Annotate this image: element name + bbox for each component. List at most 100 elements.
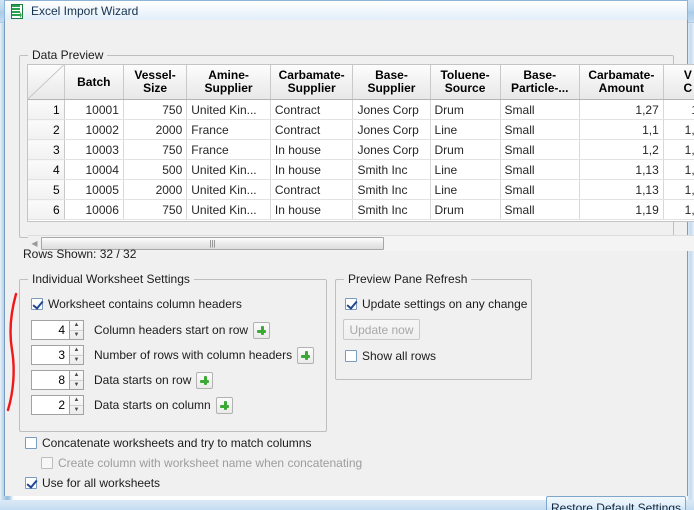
- show-all-rows-checkbox-row[interactable]: Show all rows: [345, 349, 436, 363]
- spinner-buttons-1[interactable]: ▲▼: [69, 345, 84, 365]
- update-now-button[interactable]: Update now: [343, 319, 420, 340]
- spinner-input-0[interactable]: [31, 320, 69, 340]
- spinner-down-arrow-icon[interactable]: ▼: [70, 406, 83, 415]
- table-row[interactable]: 5100052000United Kin...ContractSmith Inc…: [28, 180, 694, 200]
- add-plus-icon-0[interactable]: [253, 322, 270, 339]
- spinner-down-arrow-icon[interactable]: ▼: [70, 331, 83, 340]
- table-cell: France: [187, 120, 271, 140]
- table-cell: 750: [123, 140, 186, 160]
- spinner-down-arrow-icon[interactable]: ▼: [70, 381, 83, 390]
- spinner-row-1: ▲▼ Number of rows with column headers: [31, 345, 314, 365]
- spinner-buttons-0[interactable]: ▲▼: [69, 320, 84, 340]
- table-row[interactable]: 610006750United Kin...In houseSmith IncD…: [28, 200, 694, 220]
- show-all-rows-checkbox[interactable]: [345, 350, 357, 362]
- column-header-3[interactable]: Carbamate-Supplier: [270, 65, 353, 100]
- table-cell: In house: [270, 160, 353, 180]
- create-column-worksheet-name-checkbox-row: Create column with worksheet name when c…: [41, 456, 362, 470]
- spinner-up-arrow-icon[interactable]: ▲: [70, 321, 83, 331]
- table-row[interactable]: 110001750United Kin...ContractJones Corp…: [28, 100, 694, 120]
- row-number-cell: 5: [28, 180, 64, 200]
- table-cell: Contract: [270, 120, 353, 140]
- row-number-cell: 1: [28, 100, 64, 120]
- spinner-down-arrow-icon[interactable]: ▼: [70, 356, 83, 365]
- column-header-line: Amount: [584, 82, 659, 95]
- spinner-input-3[interactable]: [31, 395, 69, 415]
- add-plus-icon-1[interactable]: [297, 347, 314, 364]
- table-cell: Smith Inc: [353, 160, 430, 180]
- add-plus-icon-3[interactable]: [216, 397, 233, 414]
- use-for-all-worksheets-label: Use for all worksheets: [42, 476, 160, 490]
- column-header-6[interactable]: Base-Particle-...: [500, 65, 579, 100]
- column-header-4[interactable]: Base-Supplier: [353, 65, 430, 100]
- table-cell: 1,1: [579, 120, 663, 140]
- table-row[interactable]: 2100022000FranceContractJones CorpLineSm…: [28, 120, 694, 140]
- table-cell: In house: [270, 200, 353, 220]
- use-for-all-worksheets-checkbox[interactable]: [25, 477, 37, 489]
- table-cell: Jones Corp: [353, 100, 430, 120]
- table-cell: United Kin...: [187, 100, 271, 120]
- column-header-2[interactable]: Amine-Supplier: [187, 65, 271, 100]
- worksheet-contains-headers-checkbox-row[interactable]: Worksheet contains column headers: [31, 297, 242, 311]
- show-all-rows-label: Show all rows: [362, 349, 436, 363]
- table-cell: 10001: [64, 100, 123, 120]
- table-cell: 10006: [64, 200, 123, 220]
- spinner-up-arrow-icon[interactable]: ▲: [70, 346, 83, 356]
- spinner-buttons-2[interactable]: ▲▼: [69, 370, 84, 390]
- table-cell: 1,13: [579, 160, 663, 180]
- restore-default-settings-button[interactable]: Restore Default Settings: [546, 496, 686, 510]
- update-on-change-checkbox[interactable]: [345, 298, 357, 310]
- table-cell: Drum: [430, 200, 500, 220]
- table-cell: 10003: [64, 140, 123, 160]
- column-header-line: Supplier: [275, 82, 349, 95]
- spinner-3[interactable]: ▲▼: [31, 395, 84, 415]
- concatenate-worksheets-checkbox-row[interactable]: Concatenate worksheets and try to match …: [25, 436, 311, 450]
- column-header-7[interactable]: Carbamate-Amount: [579, 65, 663, 100]
- scrollbar-grip-icon: |||: [209, 240, 215, 248]
- table-cell: 750: [123, 200, 186, 220]
- table-row[interactable]: 410004500United Kin...In houseSmith IncL…: [28, 160, 694, 180]
- scrollbar-track[interactable]: |||: [41, 236, 694, 251]
- table-cell: United Kin...: [187, 160, 271, 180]
- row-number-cell: 4: [28, 160, 64, 180]
- corner-slash-icon: [28, 65, 64, 99]
- table-cell: 1,29: [663, 200, 694, 220]
- spinner-input-1[interactable]: [31, 345, 69, 365]
- spinner-up-arrow-icon[interactable]: ▲: [70, 371, 83, 381]
- table-cell: Small: [500, 200, 579, 220]
- table-row[interactable]: 310003750FranceIn houseJones CorpDrumSma…: [28, 140, 694, 160]
- table-cell: 10004: [64, 160, 123, 180]
- table-cell: 500: [123, 160, 186, 180]
- table-header: BatchVessel-SizeAmine-SupplierCarbamate-…: [28, 65, 694, 100]
- column-header-line: Supplier: [357, 82, 425, 95]
- column-header-5[interactable]: Toluene-Source: [430, 65, 500, 100]
- spinner-input-2[interactable]: [31, 370, 69, 390]
- use-for-all-worksheets-checkbox-row[interactable]: Use for all worksheets: [25, 476, 160, 490]
- dialog-title: Excel Import Wizard: [31, 4, 138, 18]
- column-header-8[interactable]: VC: [663, 65, 694, 100]
- spinner-up-arrow-icon[interactable]: ▲: [70, 396, 83, 406]
- spinner-1[interactable]: ▲▼: [31, 345, 84, 365]
- data-preview-table: BatchVessel-SizeAmine-SupplierCarbamate-…: [28, 65, 694, 220]
- row-number-cell: 2: [28, 120, 64, 140]
- spinner-2[interactable]: ▲▼: [31, 370, 84, 390]
- table-cell: 2000: [123, 180, 186, 200]
- table-cell: Jones Corp: [353, 120, 430, 140]
- row-number-cell: 6: [28, 200, 64, 220]
- table-cell: Small: [500, 120, 579, 140]
- column-header-0[interactable]: Batch: [64, 65, 123, 100]
- table-cell: 10002: [64, 120, 123, 140]
- table-cell: France: [187, 140, 271, 160]
- worksheet-contains-headers-checkbox[interactable]: [31, 298, 43, 310]
- spinner-buttons-3[interactable]: ▲▼: [69, 395, 84, 415]
- concatenate-worksheets-checkbox[interactable]: [25, 437, 37, 449]
- table-cell: Small: [500, 160, 579, 180]
- data-preview-table-container[interactable]: BatchVessel-SizeAmine-SupplierCarbamate-…: [27, 64, 694, 222]
- individual-settings-title: Individual Worksheet Settings: [28, 272, 194, 286]
- add-plus-icon-2[interactable]: [196, 372, 213, 389]
- table-corner-header[interactable]: [28, 65, 64, 100]
- spinner-label-1: Number of rows with column headers: [94, 348, 292, 362]
- spinner-0[interactable]: ▲▼: [31, 320, 84, 340]
- spinner-label-2: Data starts on row: [94, 373, 191, 387]
- update-on-change-checkbox-row[interactable]: Update settings on any change: [345, 297, 527, 311]
- column-header-1[interactable]: Vessel-Size: [123, 65, 186, 100]
